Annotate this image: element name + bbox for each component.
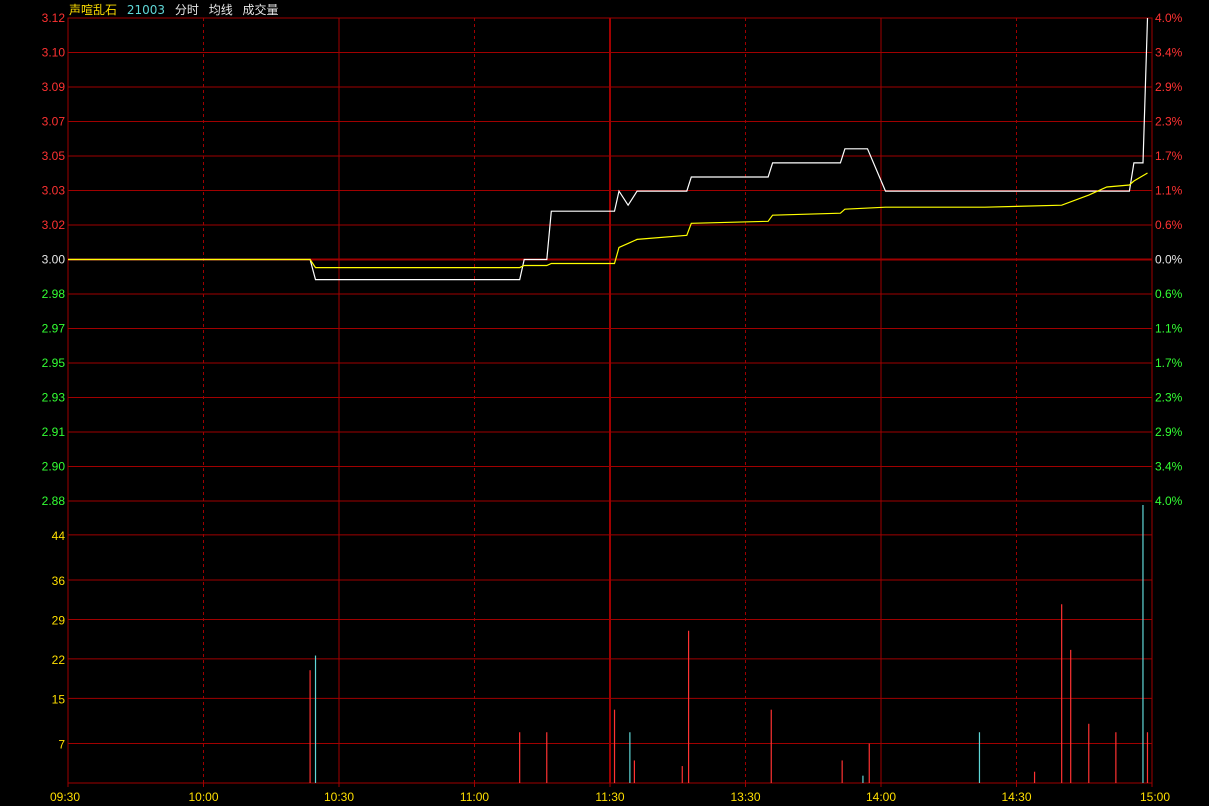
y-pct-label: 0.6% — [1155, 218, 1183, 232]
y-tick-label: 2.97 — [42, 322, 66, 336]
y-pct-label: 1.1% — [1155, 184, 1183, 198]
y-pct-label: 4.0% — [1155, 11, 1183, 25]
y-pct-label: 2.9% — [1155, 425, 1183, 439]
average-price-line — [68, 172, 1148, 269]
y-pct-label: 3.4% — [1155, 460, 1183, 474]
price-series-line — [68, 17, 1149, 281]
x-tick-label: 14:30 — [1001, 790, 1031, 804]
volume-tick-label: 44 — [52, 529, 66, 543]
x-tick-label: 13:30 — [730, 790, 760, 804]
volume-tick-label: 22 — [52, 653, 66, 667]
y-tick-label: 2.88 — [42, 494, 66, 508]
y-pct-label: 4.0% — [1155, 494, 1183, 508]
y-pct-label: 0.0% — [1155, 253, 1183, 267]
y-tick-label: 3.12 — [42, 11, 66, 25]
volume-tick-label: 7 — [58, 738, 65, 752]
volume-tick-label: 29 — [52, 613, 66, 627]
y-pct-label: 2.3% — [1155, 391, 1183, 405]
intraday-chart[interactable]: 3.12 4.0% 3.10 3.4% 3.09 2.9% 3.07 2.3% 3.05 1.7%… — [0, 0, 1209, 806]
x-tick-label: 09:30 — [50, 790, 80, 804]
y-pct-label: 3.4% — [1155, 46, 1183, 60]
volume-bars — [309, 504, 1149, 783]
y-tick-label: 3.00 — [42, 253, 66, 267]
y-tick-label: 2.90 — [42, 460, 66, 474]
y-pct-label: 1.7% — [1155, 149, 1183, 163]
y-tick-label: 2.93 — [42, 391, 66, 405]
x-tick-label: 15:00 — [1140, 790, 1170, 804]
y-pct-label: 1.1% — [1155, 322, 1183, 336]
volume-tick-label: 36 — [52, 574, 66, 588]
volume-tick-label: 15 — [52, 692, 66, 706]
y-pct-label: 2.3% — [1155, 115, 1183, 129]
y-pct-label: 0.6% — [1155, 287, 1183, 301]
y-tick-label: 3.02 — [42, 218, 66, 232]
x-tick-label: 11:00 — [460, 790, 489, 804]
y-pct-label: 2.9% — [1155, 80, 1183, 94]
x-tick-label: 14:00 — [866, 790, 896, 804]
axis-labels: 3.12 4.0% 3.10 3.4% 3.09 2.9% 3.07 2.3% 3.05 1.7%… — [42, 11, 1183, 804]
y-tick-label: 3.10 — [42, 46, 66, 60]
y-tick-label: 3.05 — [42, 149, 66, 163]
x-tick-label: 10:30 — [324, 790, 354, 804]
y-pct-label: 1.7% — [1155, 356, 1183, 370]
y-tick-label: 2.98 — [42, 287, 66, 301]
y-tick-label: 3.03 — [42, 184, 66, 198]
x-tick-label: 10:00 — [188, 790, 218, 804]
y-tick-label: 3.09 — [42, 80, 66, 94]
chart-grid — [67, 17, 1153, 787]
y-tick-label: 2.91 — [42, 425, 66, 439]
y-tick-label: 2.95 — [42, 356, 66, 370]
x-tick-label: 11:30 — [595, 790, 624, 804]
y-tick-label: 3.07 — [42, 115, 66, 129]
price-lines — [68, 17, 1149, 281]
